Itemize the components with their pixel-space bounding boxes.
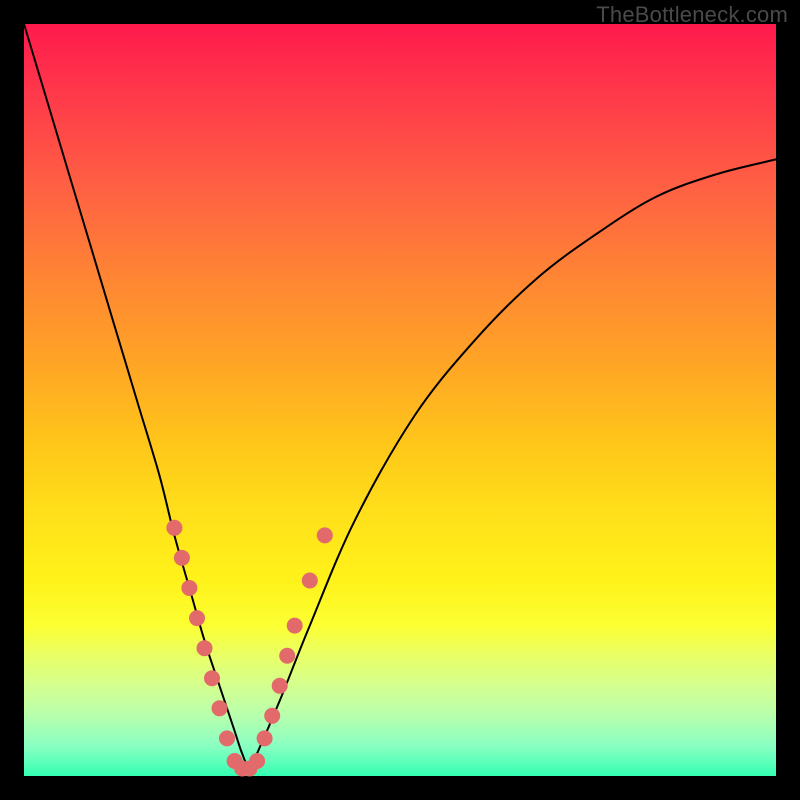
curve-marker — [264, 708, 280, 724]
curve-marker — [317, 527, 333, 543]
curve-marker — [219, 730, 235, 746]
curve-marker — [181, 580, 197, 596]
curve-marker — [204, 670, 220, 686]
chart-frame: TheBottleneck.com — [0, 0, 800, 800]
curve-marker — [249, 753, 265, 769]
curve-marker — [174, 550, 190, 566]
curve-marker — [302, 573, 318, 589]
bottleneck-curve — [24, 24, 776, 769]
plot-area — [24, 24, 776, 776]
curve-marker — [279, 648, 295, 664]
curve-marker — [257, 730, 273, 746]
curve-marker — [287, 618, 303, 634]
curve-svg — [24, 24, 776, 776]
curve-marker — [166, 520, 182, 536]
curve-marker — [189, 610, 205, 626]
curve-marker — [212, 700, 228, 716]
curve-marker — [197, 640, 213, 656]
curve-marker — [272, 678, 288, 694]
marker-group — [166, 520, 332, 777]
